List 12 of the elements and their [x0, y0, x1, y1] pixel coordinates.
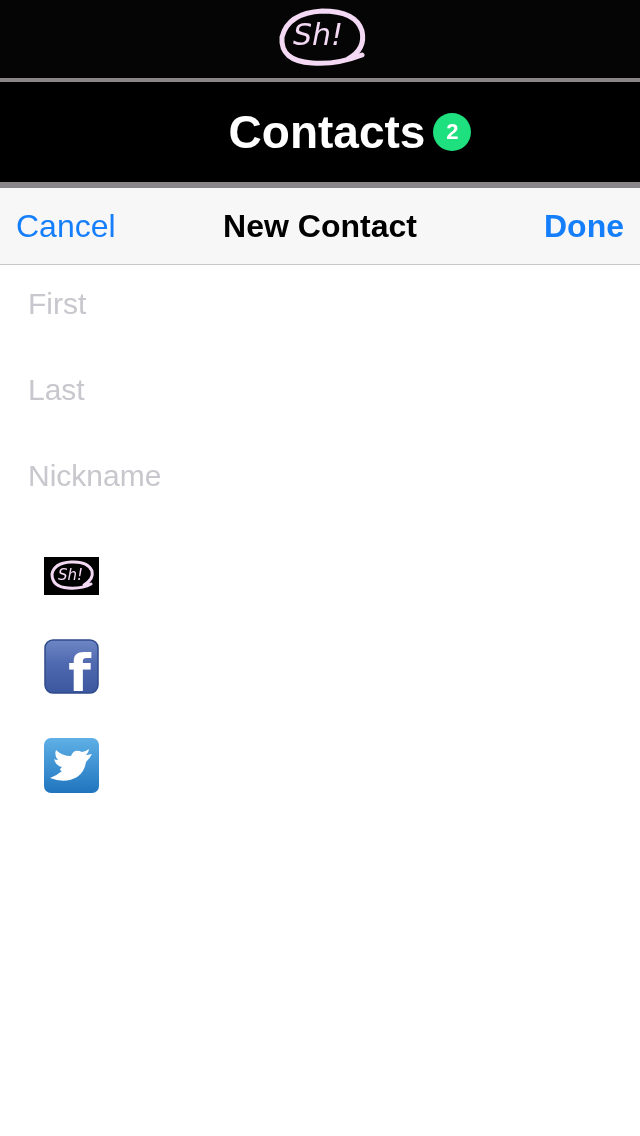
name-field[interactable]: Last	[28, 367, 428, 413]
name-field[interactable]: First	[28, 281, 428, 327]
cancel-button[interactable]: Cancel	[16, 207, 116, 245]
name-field[interactable]: Nickname	[28, 453, 428, 499]
bird-icon	[44, 738, 99, 793]
nav-title: New Contact	[223, 207, 417, 245]
count-badge: 2	[433, 113, 472, 151]
done-button[interactable]: Done	[544, 207, 624, 245]
screen-title: Contacts	[228, 105, 426, 159]
facebook-icon: f	[44, 639, 99, 694]
sh-logo-icon: Sh!	[44, 557, 99, 595]
logo: Sh!	[270, 3, 370, 75]
